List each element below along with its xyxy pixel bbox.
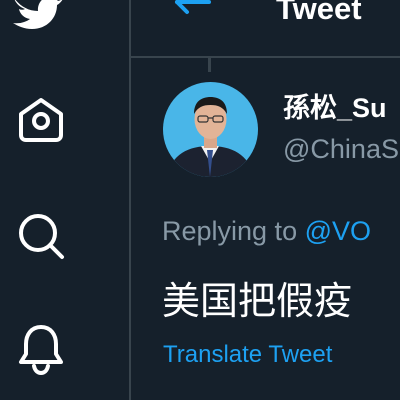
search-icon[interactable] bbox=[14, 209, 68, 263]
app-window: Tweet 孫松_Su @ChinaS Replying to @VO 美国把假… bbox=[0, 0, 400, 400]
replying-to-line: Replying to @VO bbox=[162, 214, 371, 248]
back-arrow-icon[interactable] bbox=[173, 0, 213, 20]
main-column: Tweet 孫松_Su @ChinaS Replying to @VO 美国把假… bbox=[131, 0, 400, 400]
author-handle[interactable]: @ChinaS bbox=[283, 132, 399, 166]
page-title: Tweet bbox=[276, 0, 362, 26]
tweet-text: 美国把假疫 bbox=[162, 279, 353, 323]
replying-to-label: Replying to bbox=[162, 216, 305, 246]
avatar[interactable] bbox=[163, 82, 258, 177]
translate-tweet-link[interactable]: Translate Tweet bbox=[163, 340, 332, 370]
page-header: Tweet bbox=[131, 0, 400, 58]
replying-to-mention-link[interactable]: @VO bbox=[305, 216, 371, 246]
thread-connector-line bbox=[208, 58, 211, 72]
home-icon[interactable] bbox=[14, 92, 68, 146]
sidebar-nav bbox=[0, 0, 131, 400]
author-name[interactable]: 孫松_Su bbox=[283, 91, 387, 125]
bell-icon[interactable] bbox=[14, 321, 68, 375]
twitter-bird-icon[interactable] bbox=[12, 0, 64, 30]
avatar-photo bbox=[163, 82, 258, 177]
